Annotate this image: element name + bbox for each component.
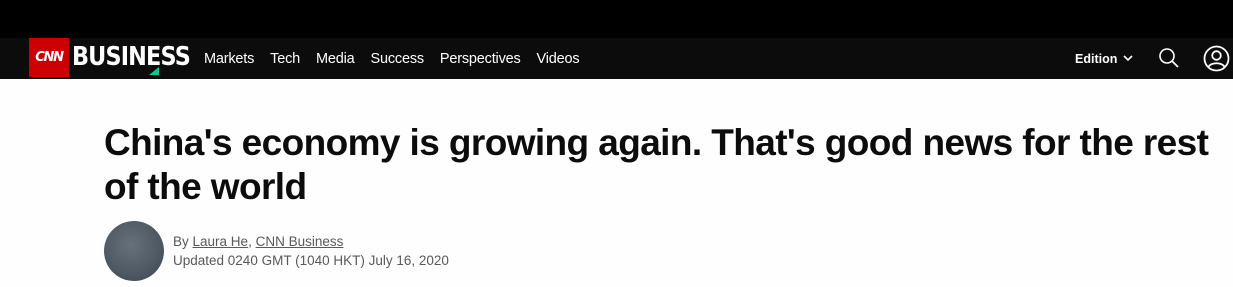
author-link[interactable]: Laura He [193,234,249,249]
cnn-logo-mark: CNN [29,38,69,77]
source-link[interactable]: CNN Business [256,234,344,249]
byline-separator: , [248,234,252,249]
nav-media[interactable]: Media [316,51,355,67]
byline-prefix: By [173,234,189,249]
nav-perspectives[interactable]: Perspectives [440,51,521,67]
chevron-down-icon [1123,55,1133,62]
account-icon[interactable] [1203,45,1230,72]
search-icon[interactable] [1158,47,1180,69]
business-wordmark: BUSINESS [72,42,191,72]
nav-videos[interactable]: Videos [537,51,580,67]
article-byline: By Laura He, CNN Business [173,234,343,249]
article-timestamp: Updated 0240 GMT (1040 HKT) July 16, 202… [173,253,449,268]
cnn-business-logo[interactable]: CNN BUSINESS [29,38,209,79]
nav-markets[interactable]: Markets [204,51,254,67]
logo-accent-triangle [149,67,159,75]
edition-label: Edition [1075,51,1118,66]
article-headline: China's economy is growing again. That's… [104,122,1209,207]
section-menu: Markets Tech Media Success Perspectives … [204,38,595,79]
nav-tech[interactable]: Tech [270,51,300,67]
nav-success[interactable]: Success [371,51,425,67]
top-black-bar [0,0,1233,38]
edition-selector[interactable]: Edition [1075,38,1133,79]
author-avatar[interactable] [104,221,164,281]
site-navigation: CNN BUSINESS Markets Tech Media Success … [0,38,1233,79]
